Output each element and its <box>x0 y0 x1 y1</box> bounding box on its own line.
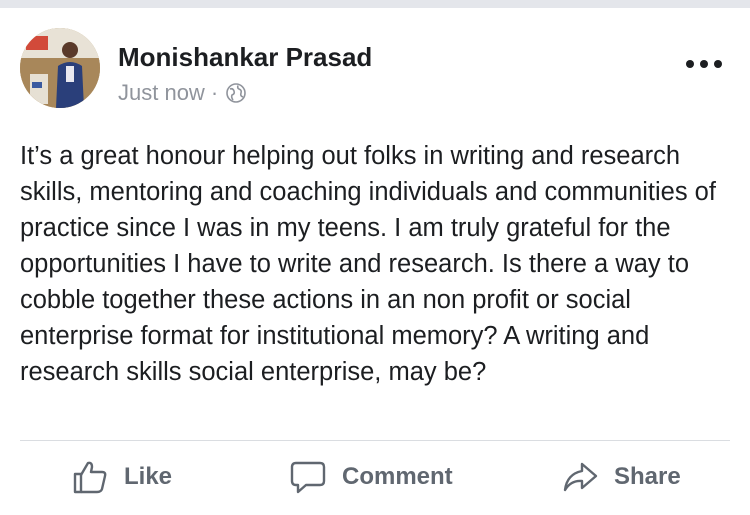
globe-icon[interactable] <box>226 83 246 103</box>
feed-separator <box>0 0 750 8</box>
like-label: Like <box>124 463 173 490</box>
actions-divider <box>20 440 730 441</box>
author-avatar[interactable] <box>20 28 100 108</box>
comment-label: Comment <box>342 463 453 490</box>
like-button[interactable]: Like <box>72 454 172 500</box>
more-dot <box>714 60 722 68</box>
avatar-photo <box>20 28 100 108</box>
more-dot <box>686 60 694 68</box>
post-header: Monishankar Prasad Just now · <box>20 28 730 110</box>
author-name[interactable]: Monishankar Prasad <box>118 42 372 73</box>
post-card: Monishankar Prasad Just now · It’s a gre… <box>0 8 750 515</box>
share-button[interactable]: Share <box>562 454 681 500</box>
share-arrow-icon <box>563 462 598 492</box>
more-dot <box>700 60 708 68</box>
comment-button[interactable]: Comment <box>290 454 453 500</box>
more-options-icon[interactable] <box>686 54 722 74</box>
post-meta: Just now · <box>118 80 246 106</box>
post-timestamp[interactable]: Just now <box>118 80 205 106</box>
post-actions-bar: Like Comment Share <box>0 454 750 500</box>
share-label: Share <box>614 463 681 490</box>
thumbs-up-icon <box>73 461 107 494</box>
post-body-text: It’s a great honour helping out folks in… <box>20 142 716 386</box>
meta-separator: · <box>210 80 219 105</box>
speech-bubble-icon <box>290 461 326 494</box>
